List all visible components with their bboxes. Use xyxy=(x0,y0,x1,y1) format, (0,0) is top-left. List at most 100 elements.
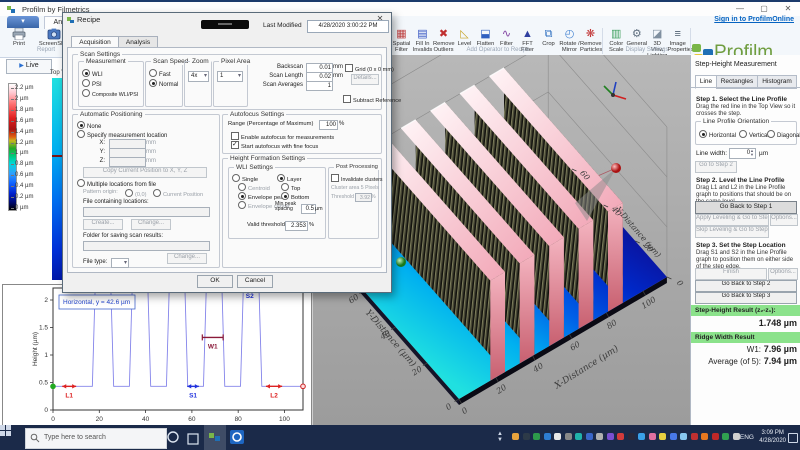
tray-icon[interactable] xyxy=(512,433,519,440)
tray-icon[interactable] xyxy=(733,433,740,440)
tray-icon[interactable] xyxy=(533,433,540,440)
radio-centroid[interactable]: Centroid xyxy=(238,183,270,192)
radio-composite[interactable]: Composite WLI/PSI xyxy=(82,89,138,98)
min-peak-input[interactable]: 0.5 xyxy=(301,204,316,214)
radio-fast[interactable]: Fast xyxy=(149,69,171,78)
live-button[interactable]: ▶ Live xyxy=(6,59,52,74)
tray-icon[interactable] xyxy=(628,433,635,440)
copy-position-button[interactable]: Copy Current Position to X, Y, Z xyxy=(83,167,207,178)
mail-app-taskbar-icon[interactable] xyxy=(229,429,245,450)
profile-start-handle[interactable] xyxy=(396,257,406,267)
zoom-dropdown[interactable]: 4x xyxy=(188,71,209,82)
radio-multiple-locations[interactable]: Multiple locations from file xyxy=(77,179,156,188)
tray-icon[interactable] xyxy=(617,433,624,440)
step3-options-button[interactable]: Options... xyxy=(768,268,798,280)
invalidate-clusters-checkbox[interactable]: Invalidate clusters xyxy=(331,174,383,183)
orientation-gizmo-icon[interactable] xyxy=(604,82,626,99)
radio-wli[interactable]: WLI xyxy=(82,69,103,78)
radio-top[interactable]: Top xyxy=(281,183,300,192)
range-input[interactable]: 100 xyxy=(319,120,338,130)
tray-icon[interactable] xyxy=(554,433,561,440)
tray-icon[interactable] xyxy=(607,433,614,440)
notification-center-icon[interactable] xyxy=(788,433,798,443)
fine-focus-checkbox[interactable]: Start autofocus with fine focus xyxy=(231,141,318,150)
close-button[interactable]: ✕ xyxy=(780,4,796,14)
tray-icon[interactable] xyxy=(712,433,719,440)
radio-envelope-peak[interactable]: Envelope peak xyxy=(238,192,286,201)
colorbar-label: 1.2 µm xyxy=(15,140,33,146)
details-button[interactable]: Details... xyxy=(351,74,379,85)
radio-current-position[interactable]: Current Position xyxy=(153,189,203,198)
cortana-icon[interactable] xyxy=(166,430,180,449)
radio-origin-00[interactable]: (0,0) xyxy=(125,189,147,198)
go-back-step1-button[interactable]: Go Back to Step 1 xyxy=(695,201,797,214)
tray-icon[interactable] xyxy=(575,433,582,440)
tray-icon[interactable] xyxy=(659,433,666,440)
line-profile-chart[interactable]: 02040608010000.511.52Distance (µm)Height… xyxy=(3,285,311,425)
radio-specify-location[interactable]: Specify measurement location xyxy=(77,130,167,139)
taskbar-search-input[interactable]: Type here to search xyxy=(25,428,167,449)
change-folder-button[interactable]: Change... xyxy=(167,253,207,264)
radio-bottom[interactable]: Bottom xyxy=(281,192,309,201)
skip-leveling-button[interactable]: Skip Leveling & Go to Step 3 xyxy=(695,226,769,238)
sign-in-link[interactable]: Sign in to ProfilmOnline xyxy=(714,16,794,23)
app-menu-button[interactable]: ▾ xyxy=(7,16,39,28)
tray-icon[interactable] xyxy=(701,433,708,440)
radio-vertical[interactable]: Vertical xyxy=(739,130,769,139)
locations-file-input[interactable] xyxy=(83,207,210,217)
panel-title: Step-Height Measurement xyxy=(695,61,777,68)
tray-icon[interactable] xyxy=(680,433,687,440)
w1-label: W1: xyxy=(747,345,761,354)
radio-horizontal[interactable]: Horizontal xyxy=(699,130,736,139)
profile-endpoint[interactable] xyxy=(51,384,56,389)
enable-autofocus-checkbox[interactable]: Enable autofocus for measurements xyxy=(231,132,334,141)
step3-title: Step 3. Set the Step Location xyxy=(696,242,786,249)
radio-psi[interactable]: PSI xyxy=(82,79,102,88)
change-button[interactable]: Change... xyxy=(131,219,171,230)
cancel-button[interactable]: Cancel xyxy=(237,275,273,288)
minimize-button[interactable]: — xyxy=(732,4,748,14)
line-width-input[interactable]: 0▲▼ xyxy=(729,148,756,159)
leveling-options-button[interactable]: Options... xyxy=(770,214,798,226)
tray-icon[interactable] xyxy=(565,433,572,440)
go-to-step2-button[interactable]: Go to Step 2 xyxy=(695,161,737,173)
subtract-reference-checkbox[interactable]: Subtract Reference xyxy=(343,95,401,104)
profile-endpoint[interactable] xyxy=(301,384,306,389)
z-input[interactable] xyxy=(109,157,146,167)
apply-leveling-button[interactable]: Apply Leveling & Go to Step 3 xyxy=(695,214,769,226)
tray-icon[interactable] xyxy=(638,433,645,440)
tray-icon[interactable] xyxy=(691,433,698,440)
go-back-step2-button[interactable]: Go Back to Step 2 xyxy=(695,280,797,292)
valid-threshold-input[interactable]: 2.353 xyxy=(285,221,308,231)
taskbar-clock[interactable]: 3:09 PM4/28/2020 xyxy=(759,429,786,445)
radio-diagonal[interactable]: Diagonal xyxy=(767,130,800,139)
tray-icon[interactable] xyxy=(649,433,656,440)
go-back-step3-button[interactable]: Go Back to Step 3 xyxy=(695,292,797,304)
task-view-icon[interactable] xyxy=(187,432,199,450)
show-hidden-icons-chevron[interactable]: ▲▼ xyxy=(497,431,503,443)
profilm-taskbar-icon[interactable] xyxy=(204,425,226,450)
grid-checkbox[interactable]: Grid (0 x 0 mm) xyxy=(345,64,394,73)
pixel-area-dropdown[interactable]: 1 xyxy=(217,71,243,82)
radio-none[interactable]: None xyxy=(77,121,101,130)
tray-icon[interactable] xyxy=(523,433,530,440)
ok-button[interactable]: OK xyxy=(197,275,233,288)
tray-icon[interactable] xyxy=(670,433,677,440)
file-type-dropdown[interactable] xyxy=(111,258,129,268)
tray-icon[interactable] xyxy=(586,433,593,440)
create-button[interactable]: Create... xyxy=(83,219,123,230)
scan-averages-input[interactable]: 1 xyxy=(306,81,333,91)
language-indicator[interactable]: ENG xyxy=(740,434,754,441)
profile-end-handle[interactable] xyxy=(611,163,621,173)
tray-icon[interactable] xyxy=(596,433,603,440)
radio-layer[interactable]: Layer xyxy=(277,174,302,183)
cluster-threshold-input[interactable]: 3.92 xyxy=(355,193,372,202)
results-folder-input[interactable] xyxy=(83,241,210,251)
tray-icon[interactable] xyxy=(544,433,551,440)
radio-normal[interactable]: Normal xyxy=(149,79,178,88)
tray-icon[interactable] xyxy=(722,433,729,440)
finish-button[interactable]: Finish xyxy=(695,268,767,280)
start-button[interactable] xyxy=(0,425,25,450)
maximize-button[interactable]: ▢ xyxy=(756,4,772,14)
radio-single[interactable]: Single xyxy=(232,174,258,183)
